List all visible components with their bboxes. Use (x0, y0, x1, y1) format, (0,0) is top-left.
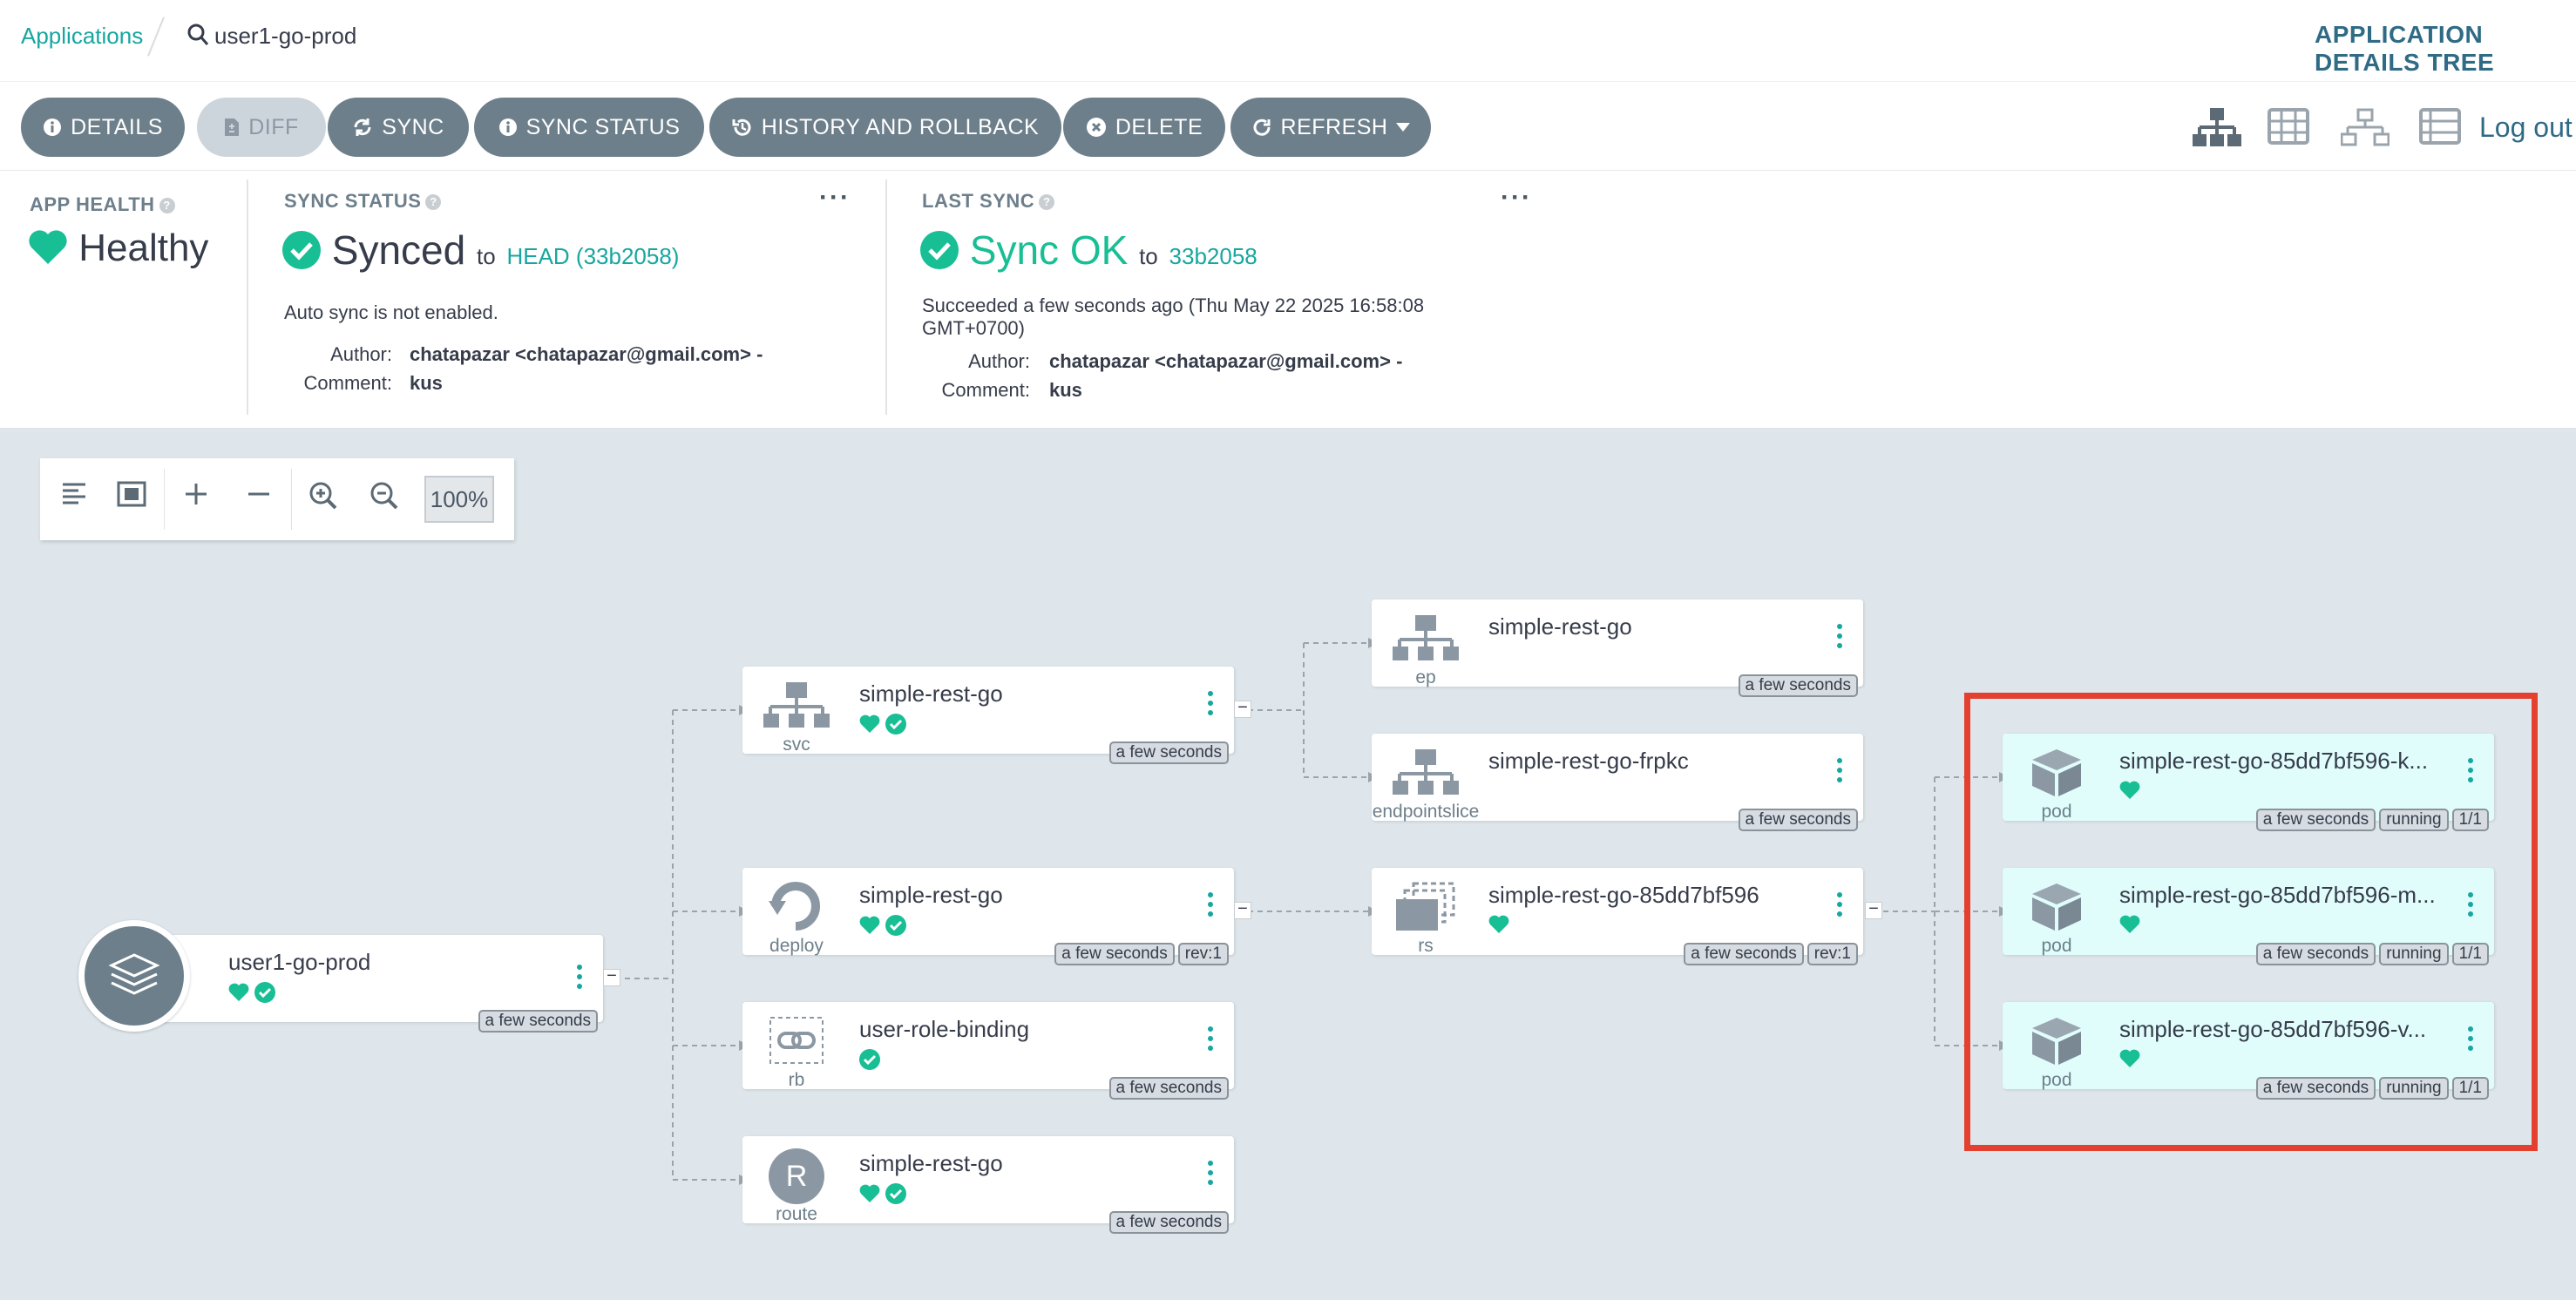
plus-icon[interactable] (183, 481, 209, 507)
node-kind: ep (1415, 667, 1436, 687)
node-status (859, 1183, 906, 1204)
endpointslice-node[interactable]: endpointslice simple-rest-go-frpkc a few… (1372, 734, 1863, 831)
heart-icon (228, 983, 249, 1001)
node-status (859, 1049, 880, 1070)
age-tag: a few seconds (1108, 1211, 1229, 1234)
node-status (859, 915, 906, 936)
endpoints-icon (1393, 615, 1459, 660)
check-circle-icon (885, 714, 906, 735)
node-tags: a few seconds rev:1 (1684, 943, 1858, 965)
link-icon (769, 1017, 824, 1064)
heart-icon (859, 1184, 880, 1202)
node-name: user1-go-prod (228, 949, 371, 975)
node-tags: a few seconds (1738, 809, 1858, 831)
ep-node[interactable]: ep simple-rest-go a few seconds (1372, 599, 1863, 697)
check-circle-icon (885, 915, 906, 936)
node-kind: deploy (769, 936, 824, 956)
revision-tag: rev:1 (1177, 943, 1229, 965)
node-tags: a few seconds (1108, 1077, 1229, 1100)
zoom-toolbar: 100% (40, 458, 514, 540)
app-avatar (78, 920, 190, 1032)
zoom-separator (291, 469, 292, 530)
collapse-toggle[interactable]: − (603, 967, 620, 986)
check-circle-icon (885, 1183, 906, 1204)
node-name: simple-rest-go-85dd7bf596 (1488, 882, 1759, 908)
node-tags: a few seconds (478, 1010, 598, 1033)
replicaset-icon (1396, 882, 1455, 931)
route-node[interactable]: R route simple-rest-go a few seconds (742, 1136, 1234, 1234)
node-kind: endpointslice (1372, 802, 1480, 822)
node-tags: a few seconds (1108, 741, 1229, 764)
route-avatar: R (769, 1148, 824, 1204)
heart-icon (859, 714, 880, 733)
age-tag: a few seconds (1054, 943, 1175, 965)
node-name: user-role-binding (859, 1016, 1030, 1042)
revision-tag: rev:1 (1807, 943, 1858, 965)
svc-node[interactable]: svc simple-rest-go a few seconds (742, 667, 1234, 764)
node-status (1488, 915, 1509, 934)
more-vert-icon[interactable] (1208, 892, 1213, 921)
age-tag: a few seconds (1108, 741, 1229, 764)
age-tag: a few seconds (478, 1010, 598, 1033)
node-name: simple-rest-go (859, 680, 1003, 707)
check-circle-icon (254, 982, 275, 1003)
more-vert-icon[interactable] (1208, 1026, 1213, 1055)
zoom-level[interactable]: 100% (424, 476, 494, 523)
rs-node[interactable]: rs simple-rest-go-85dd7bf596 a few secon… (1372, 868, 1863, 965)
node-name: simple-rest-go-frpkc (1488, 748, 1689, 774)
zoom-out-icon[interactable] (369, 481, 399, 511)
node-kind: route (776, 1204, 817, 1224)
endpointslice-icon (1393, 749, 1459, 795)
node-tags: a few seconds (1738, 674, 1858, 697)
node-name: simple-rest-go (859, 882, 1003, 908)
deployment-icon (769, 882, 820, 931)
heart-icon (1488, 915, 1509, 933)
check-circle-icon (859, 1049, 880, 1070)
age-tag: a few seconds (1108, 1077, 1229, 1100)
node-tags: a few seconds rev:1 (1054, 943, 1229, 965)
node-kind: rb (788, 1070, 805, 1090)
more-vert-icon[interactable] (1837, 758, 1842, 787)
highlight-box (1964, 693, 2538, 1151)
age-tag: a few seconds (1738, 809, 1858, 831)
node-status (228, 982, 275, 1003)
layers-icon (108, 953, 160, 995)
more-vert-icon[interactable] (1837, 624, 1842, 653)
more-vert-icon[interactable] (1837, 892, 1842, 921)
fit-to-screen-icon[interactable] (117, 481, 146, 507)
align-left-icon[interactable] (61, 481, 87, 507)
node-name: simple-rest-go (1488, 613, 1632, 640)
service-icon (763, 682, 830, 728)
rb-node[interactable]: rb user-role-binding a few seconds (742, 1002, 1234, 1100)
more-vert-icon[interactable] (1208, 691, 1213, 720)
node-kind: svc (783, 735, 810, 755)
node-status (859, 714, 906, 735)
zoom-in-icon[interactable] (308, 481, 338, 511)
node-kind: rs (1418, 936, 1434, 956)
minus-icon[interactable] (246, 481, 272, 507)
collapse-toggle[interactable]: − (1865, 900, 1882, 919)
zoom-separator (164, 469, 165, 530)
collapse-toggle[interactable]: − (1234, 900, 1251, 919)
node-tags: a few seconds (1108, 1211, 1229, 1234)
collapse-toggle[interactable]: − (1234, 699, 1251, 718)
heart-icon (859, 916, 880, 934)
age-tag: a few seconds (1738, 674, 1858, 697)
more-vert-icon[interactable] (1208, 1161, 1213, 1189)
deploy-node[interactable]: deploy simple-rest-go a few seconds rev:1 (742, 868, 1234, 965)
more-vert-icon[interactable] (577, 965, 582, 993)
node-name: simple-rest-go (859, 1150, 1003, 1176)
age-tag: a few seconds (1684, 943, 1804, 965)
